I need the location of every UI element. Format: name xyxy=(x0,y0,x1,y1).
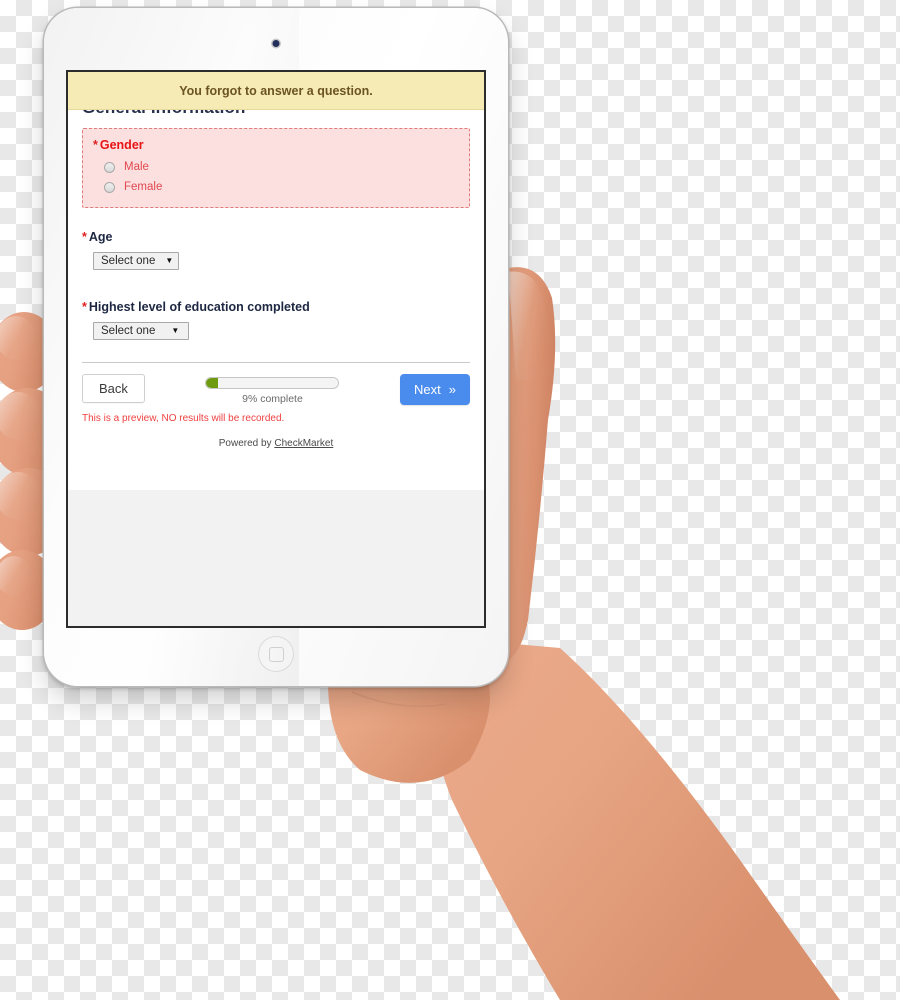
required-asterisk: * xyxy=(93,138,98,152)
question-gender: * Gender Male Female xyxy=(82,128,470,208)
fingertip-4-gloss xyxy=(0,556,32,596)
gender-options: Male Female xyxy=(93,157,459,197)
thumb-gloss xyxy=(508,271,546,380)
progress-bar-fill xyxy=(206,378,219,388)
radio-option-male[interactable]: Male xyxy=(93,157,459,177)
alert-message: You forgot to answer a question. xyxy=(179,83,373,98)
question-list: * Gender Male Female * Age Select one ▼ … xyxy=(68,128,484,344)
education-select-value: Select one xyxy=(101,325,156,337)
next-button[interactable]: Next » xyxy=(400,374,470,405)
radio-option-female[interactable]: Female xyxy=(93,177,459,197)
progress-label: 9% complete xyxy=(242,393,303,405)
tablet-screen: You forgot to answer a question. General… xyxy=(66,70,486,628)
fingertip-1-gloss xyxy=(0,316,36,360)
question-gender-text: Gender xyxy=(99,138,144,152)
chevron-down-icon: ▼ xyxy=(165,256,174,265)
preview-notice: This is a preview, NO results will be re… xyxy=(82,413,285,424)
radio-icon[interactable] xyxy=(104,161,115,173)
radio-icon[interactable] xyxy=(104,181,115,193)
fingertip-3-gloss xyxy=(0,472,40,520)
required-asterisk: * xyxy=(82,230,87,244)
question-age-label: * Age xyxy=(82,230,470,244)
age-select[interactable]: Select one ▼ xyxy=(93,252,180,270)
survey-form-card: You forgot to answer a question. General… xyxy=(68,72,484,490)
progress-area: 9% complete xyxy=(205,377,340,405)
question-education-text: Highest level of education completed xyxy=(88,300,310,314)
chevron-down-icon: ▼ xyxy=(171,326,180,335)
checkmarket-link[interactable]: CheckMarket xyxy=(274,438,333,449)
question-age-text: Age xyxy=(88,230,113,244)
option-label: Male xyxy=(124,161,149,173)
front-camera-icon xyxy=(272,40,280,47)
question-gender-label: * Gender xyxy=(93,138,459,152)
powered-by-prefix: Powered by xyxy=(218,438,275,449)
chevron-right-icon: » xyxy=(448,382,456,397)
progress-bar xyxy=(205,377,340,389)
alert-banner: You forgot to answer a question. xyxy=(68,72,484,110)
age-select-value: Select one xyxy=(101,255,156,267)
powered-by: Powered by CheckMarket xyxy=(68,424,484,462)
question-age: * Age Select one ▼ xyxy=(82,222,470,274)
option-label: Female xyxy=(124,181,163,193)
education-select[interactable]: Select one ▼ xyxy=(93,322,190,340)
fingertip-2-gloss xyxy=(0,392,40,440)
question-education-label: * Highest level of education completed xyxy=(82,300,470,314)
required-asterisk: * xyxy=(82,300,87,314)
forearm xyxy=(432,640,840,1000)
home-button[interactable] xyxy=(258,636,294,672)
next-button-label: Next xyxy=(414,382,441,397)
tablet-device: You forgot to answer a question. General… xyxy=(44,8,508,686)
home-button-glyph-icon xyxy=(268,646,284,662)
back-button[interactable]: Back xyxy=(82,374,145,403)
question-education: * Highest level of education completed Se… xyxy=(82,292,470,344)
palm-crease-2 xyxy=(351,691,447,708)
footer-controls: Back 9% complete Next » xyxy=(68,363,484,405)
